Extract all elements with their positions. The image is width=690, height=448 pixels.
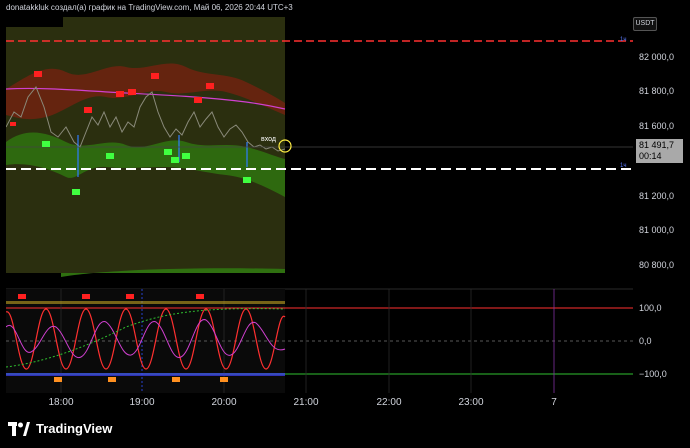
chart-caption: donatakkluk создал(а) график на TradingV…	[6, 3, 293, 12]
time-label: 23:00	[458, 397, 484, 408]
time-label: 18:00	[48, 397, 74, 408]
price-label: 82 000,0	[639, 52, 675, 62]
chart-area[interactable]: вход 1ч 1ч	[6, 17, 633, 393]
time-label: 19:00	[129, 397, 155, 408]
osc-label: 0,0	[639, 336, 652, 346]
time-label: 7	[551, 397, 557, 408]
session-gap	[6, 17, 63, 27]
price-label: 81 800,0	[639, 86, 675, 96]
line-tag-top: 1ч	[620, 37, 626, 43]
entry-label: вход	[261, 136, 276, 143]
price-axis[interactable]: 82 000,0 81 800,0 81 600,0 81 200,0 81 0…	[633, 17, 690, 393]
tradingview-logo-icon	[8, 421, 30, 436]
line-tag-bottom: 1ч	[620, 163, 626, 169]
time-label: 21:00	[293, 397, 319, 408]
osc-label: −100,0	[639, 369, 667, 379]
time-axis[interactable]: 18:00 19:00 20:00 21:00 22:00 23:00 7	[6, 393, 633, 411]
brand-name: TradingView	[36, 421, 113, 436]
price-label: 80 800,0	[639, 260, 675, 270]
chart-canvas: вход 1ч 1ч	[6, 17, 633, 393]
time-label: 22:00	[376, 397, 402, 408]
price-label: 81 200,0	[639, 191, 675, 201]
osc-label: 100,0	[639, 303, 662, 313]
chart-frame: donatakkluk создал(а) график на TradingV…	[0, 0, 690, 448]
price-label: 81 600,0	[639, 121, 675, 131]
last-price-tag: 81 491,7 00:14	[636, 139, 683, 163]
time-label: 20:00	[211, 397, 237, 408]
bar-countdown: 00:14	[639, 151, 662, 161]
footer-branding[interactable]: TradingView	[8, 421, 112, 436]
last-price-value: 81 491,7	[639, 140, 675, 150]
price-label: 81 000,0	[639, 225, 675, 235]
